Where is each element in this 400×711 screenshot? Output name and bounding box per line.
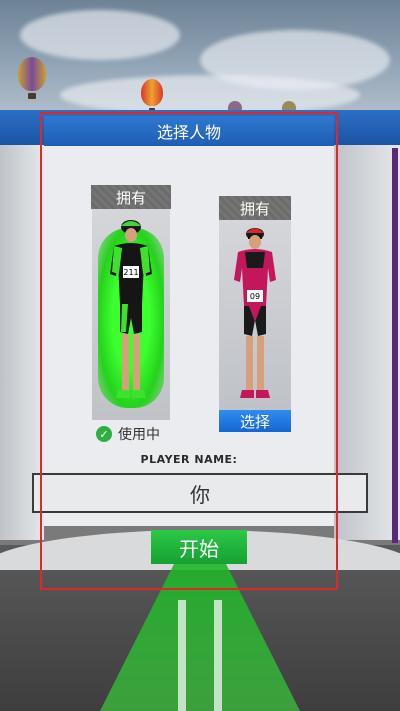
cloud — [60, 75, 360, 115]
lane-line — [178, 600, 186, 711]
scrollbar[interactable] — [392, 148, 398, 543]
highlight-frame — [40, 112, 338, 590]
lane-line — [214, 600, 222, 711]
hot-air-balloon — [18, 57, 46, 99]
cloud — [20, 10, 180, 60]
hot-air-balloon — [141, 79, 163, 114]
